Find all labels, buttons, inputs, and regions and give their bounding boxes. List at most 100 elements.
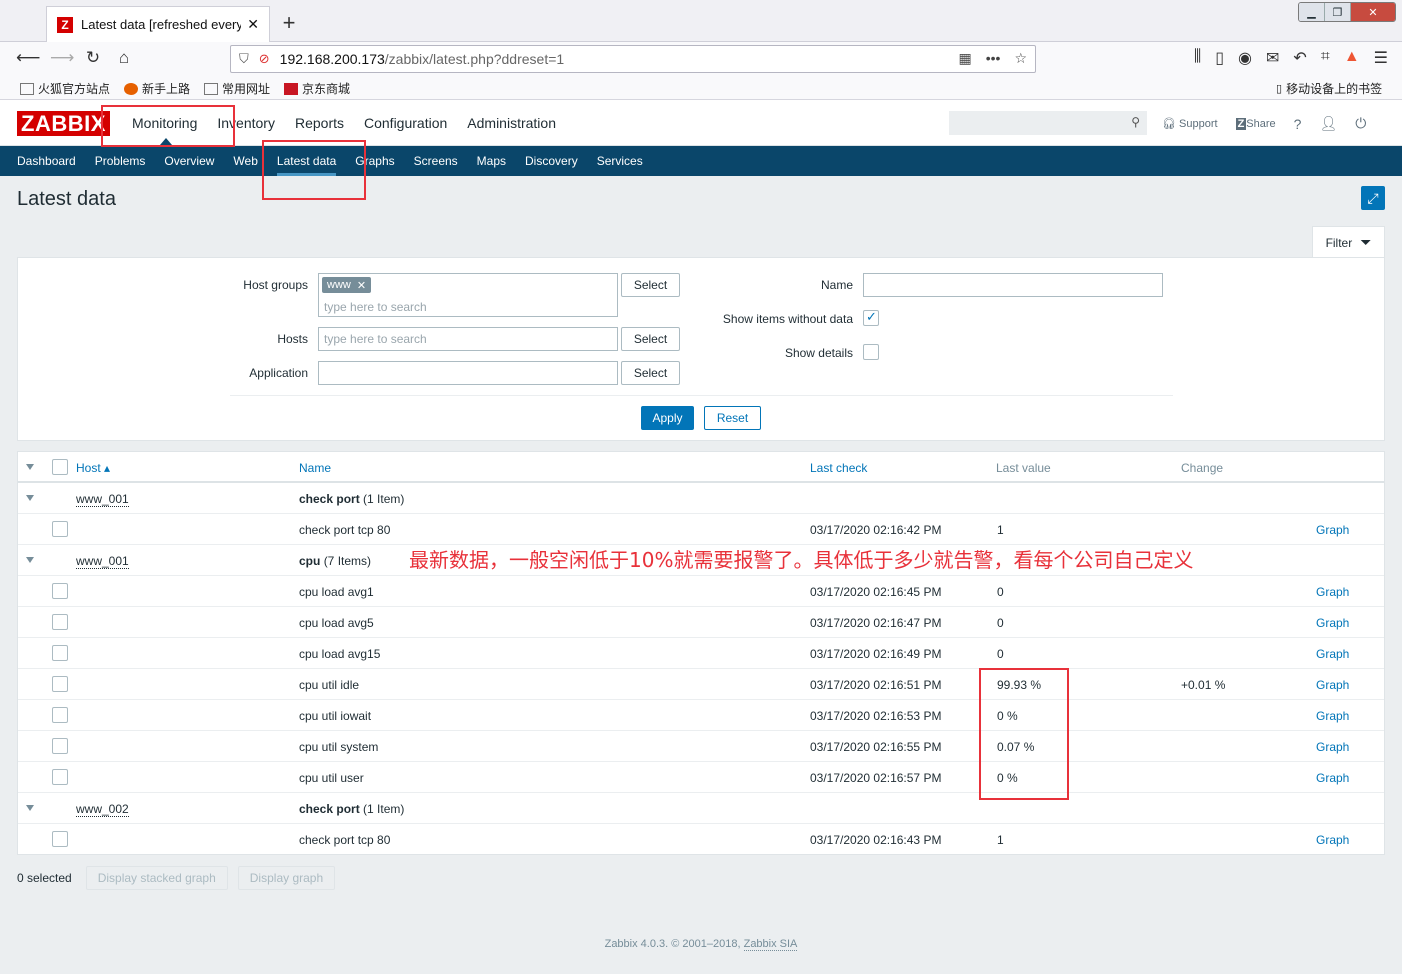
subnav-problems[interactable]: Problems <box>95 154 146 168</box>
mobile-bookmarks[interactable]: ▯ 移动设备上的书签 <box>1276 80 1382 97</box>
qr-code-icon[interactable]: ▦ <box>958 50 971 67</box>
subnav-maps[interactable]: Maps <box>477 154 506 168</box>
close-tab-icon[interactable]: ✕ <box>247 16 259 33</box>
screenshot-icon[interactable]: ⌗ <box>1321 48 1330 68</box>
tab-title: Latest data [refreshed every <box>81 17 242 32</box>
new-tab-icon[interactable]: + <box>278 10 300 36</box>
support-link[interactable]: 🎧︎ Support <box>1162 117 1218 130</box>
user-profile-icon[interactable]: 👤︎ <box>1319 115 1337 132</box>
chat-icon[interactable]: ✉ <box>1266 48 1279 68</box>
window-close-icon[interactable]: ✕ <box>1351 3 1395 21</box>
row-checkbox[interactable] <box>52 583 68 599</box>
header-host[interactable]: Host ▴ <box>76 461 110 475</box>
minimize-icon[interactable]: ▁ <box>1299 3 1325 21</box>
address-bar[interactable]: ⛉ ⊘ 192.168.200.173 /zabbix/latest.php?d… <box>230 45 1036 73</box>
subnav-discovery[interactable]: Discovery <box>525 154 578 168</box>
zabbix-logo[interactable]: ZABBIX <box>17 111 110 136</box>
item-count: (1 Item) <box>363 492 405 506</box>
graph-link[interactable]: Graph <box>1316 678 1349 692</box>
header-last-check[interactable]: Last check <box>810 461 867 475</box>
browser-tab-bar: Z Latest data [refreshed every ✕ + ▁ ❐ ✕ <box>0 0 1402 42</box>
display-stacked-graph-button[interactable]: Display stacked graph <box>85 866 228 890</box>
graph-link[interactable]: Graph <box>1316 616 1349 630</box>
restore-icon[interactable]: ❐ <box>1325 3 1351 21</box>
menu-reports[interactable]: Reports <box>295 115 344 131</box>
row-checkbox[interactable] <box>52 769 68 785</box>
library-icon[interactable]: ⫼ <box>1194 48 1201 68</box>
browser-tab[interactable]: Z Latest data [refreshed every ✕ <box>46 6 270 42</box>
remove-chip-icon[interactable]: ✕ <box>357 279 366 292</box>
reset-button[interactable]: Reset <box>704 406 761 430</box>
hosts-field[interactable]: type here to search <box>318 327 618 351</box>
search-icon[interactable]: ⚲ <box>1131 115 1140 129</box>
fullscreen-icon[interactable]: ⤢ <box>1361 186 1385 210</box>
page-actions-icon[interactable]: ••• <box>986 50 1001 67</box>
collapse-group-icon[interactable] <box>26 495 34 501</box>
row-checkbox[interactable] <box>52 738 68 754</box>
host-link[interactable]: www_002 <box>76 802 129 817</box>
row-checkbox[interactable] <box>52 614 68 630</box>
show-items-without-data-checkbox[interactable] <box>863 309 879 326</box>
apply-button[interactable]: Apply <box>641 406 694 430</box>
sidebar-icon[interactable]: ▯ <box>1215 48 1224 68</box>
host-groups-select-button[interactable]: Select <box>621 273 680 297</box>
undo-icon[interactable]: ↶ <box>1293 48 1306 68</box>
row-checkbox[interactable] <box>52 645 68 661</box>
graph-link[interactable]: Graph <box>1316 833 1349 847</box>
menu-configuration[interactable]: Configuration <box>364 115 447 131</box>
sign-out-icon[interactable]: ⏻ <box>1355 115 1366 132</box>
share-icon: Z <box>1235 117 1247 130</box>
bookmark-item[interactable]: 常用网址 <box>204 80 270 97</box>
account-icon[interactable]: ◉ <box>1238 48 1252 68</box>
graph-link[interactable]: Graph <box>1316 740 1349 754</box>
select-all-checkbox[interactable] <box>52 459 68 475</box>
forward-icon[interactable]: ⟶ <box>50 48 74 68</box>
subnav-overview[interactable]: Overview <box>164 154 214 168</box>
application-select-button[interactable]: Select <box>621 361 680 385</box>
back-icon[interactable]: ⟵ <box>16 48 40 68</box>
company-link[interactable]: Zabbix SIA <box>743 938 798 951</box>
insecure-lock-icon[interactable]: ⊘ <box>259 51 270 67</box>
host-link[interactable]: www_001 <box>76 492 129 507</box>
show-details-checkbox[interactable] <box>863 344 879 360</box>
subnav-dashboard[interactable]: Dashboard <box>17 154 76 168</box>
header-name[interactable]: Name <box>299 461 331 475</box>
help-icon[interactable]: ? <box>1294 116 1302 132</box>
host-link[interactable]: www_001 <box>76 554 129 569</box>
menu-administration[interactable]: Administration <box>467 115 556 131</box>
shield-icon[interactable]: ⛉ <box>239 51 249 67</box>
sub-navigation: Dashboard Problems Overview Web Latest d… <box>0 146 1402 176</box>
subnav-web[interactable]: Web <box>233 154 257 168</box>
application-field[interactable] <box>318 361 618 385</box>
graph-link[interactable]: Graph <box>1316 771 1349 785</box>
bookmark-item[interactable]: 火狐官方站点 <box>20 80 110 97</box>
table-row: check port tcp 80 03/17/2020 02:16:42 PM… <box>18 514 1384 545</box>
bookmark-item[interactable]: 京东商城 <box>284 80 350 97</box>
home-icon[interactable]: ⌂ <box>113 48 135 68</box>
display-graph-button[interactable]: Display graph <box>237 866 336 890</box>
graph-link[interactable]: Graph <box>1316 709 1349 723</box>
share-link[interactable]: Z Share <box>1235 117 1276 130</box>
collapse-all-icon[interactable] <box>26 464 34 470</box>
row-checkbox[interactable] <box>52 521 68 537</box>
search-input[interactable]: ⚲ <box>949 111 1147 135</box>
filter-tab[interactable]: Filter ⏷ <box>1312 226 1385 258</box>
pdf-icon[interactable]: ▲ <box>1344 48 1360 68</box>
bookmark-item[interactable]: 新手上路 <box>124 80 190 97</box>
hosts-select-button[interactable]: Select <box>621 327 680 351</box>
graph-link[interactable]: Graph <box>1316 585 1349 599</box>
subnav-screens[interactable]: Screens <box>414 154 458 168</box>
collapse-group-icon[interactable] <box>26 805 34 811</box>
reload-icon[interactable]: ↻ <box>82 48 104 68</box>
row-checkbox[interactable] <box>52 707 68 723</box>
collapse-group-icon[interactable] <box>26 557 34 563</box>
menu-icon[interactable]: ☰ <box>1374 48 1388 68</box>
item-name: cpu load avg5 <box>299 616 374 630</box>
name-field[interactable] <box>863 273 1163 297</box>
graph-link[interactable]: Graph <box>1316 523 1349 537</box>
row-checkbox[interactable] <box>52 831 68 847</box>
subnav-services[interactable]: Services <box>597 154 643 168</box>
bookmark-star-icon[interactable]: ☆ <box>1014 50 1027 67</box>
row-checkbox[interactable] <box>52 676 68 692</box>
graph-link[interactable]: Graph <box>1316 647 1349 661</box>
